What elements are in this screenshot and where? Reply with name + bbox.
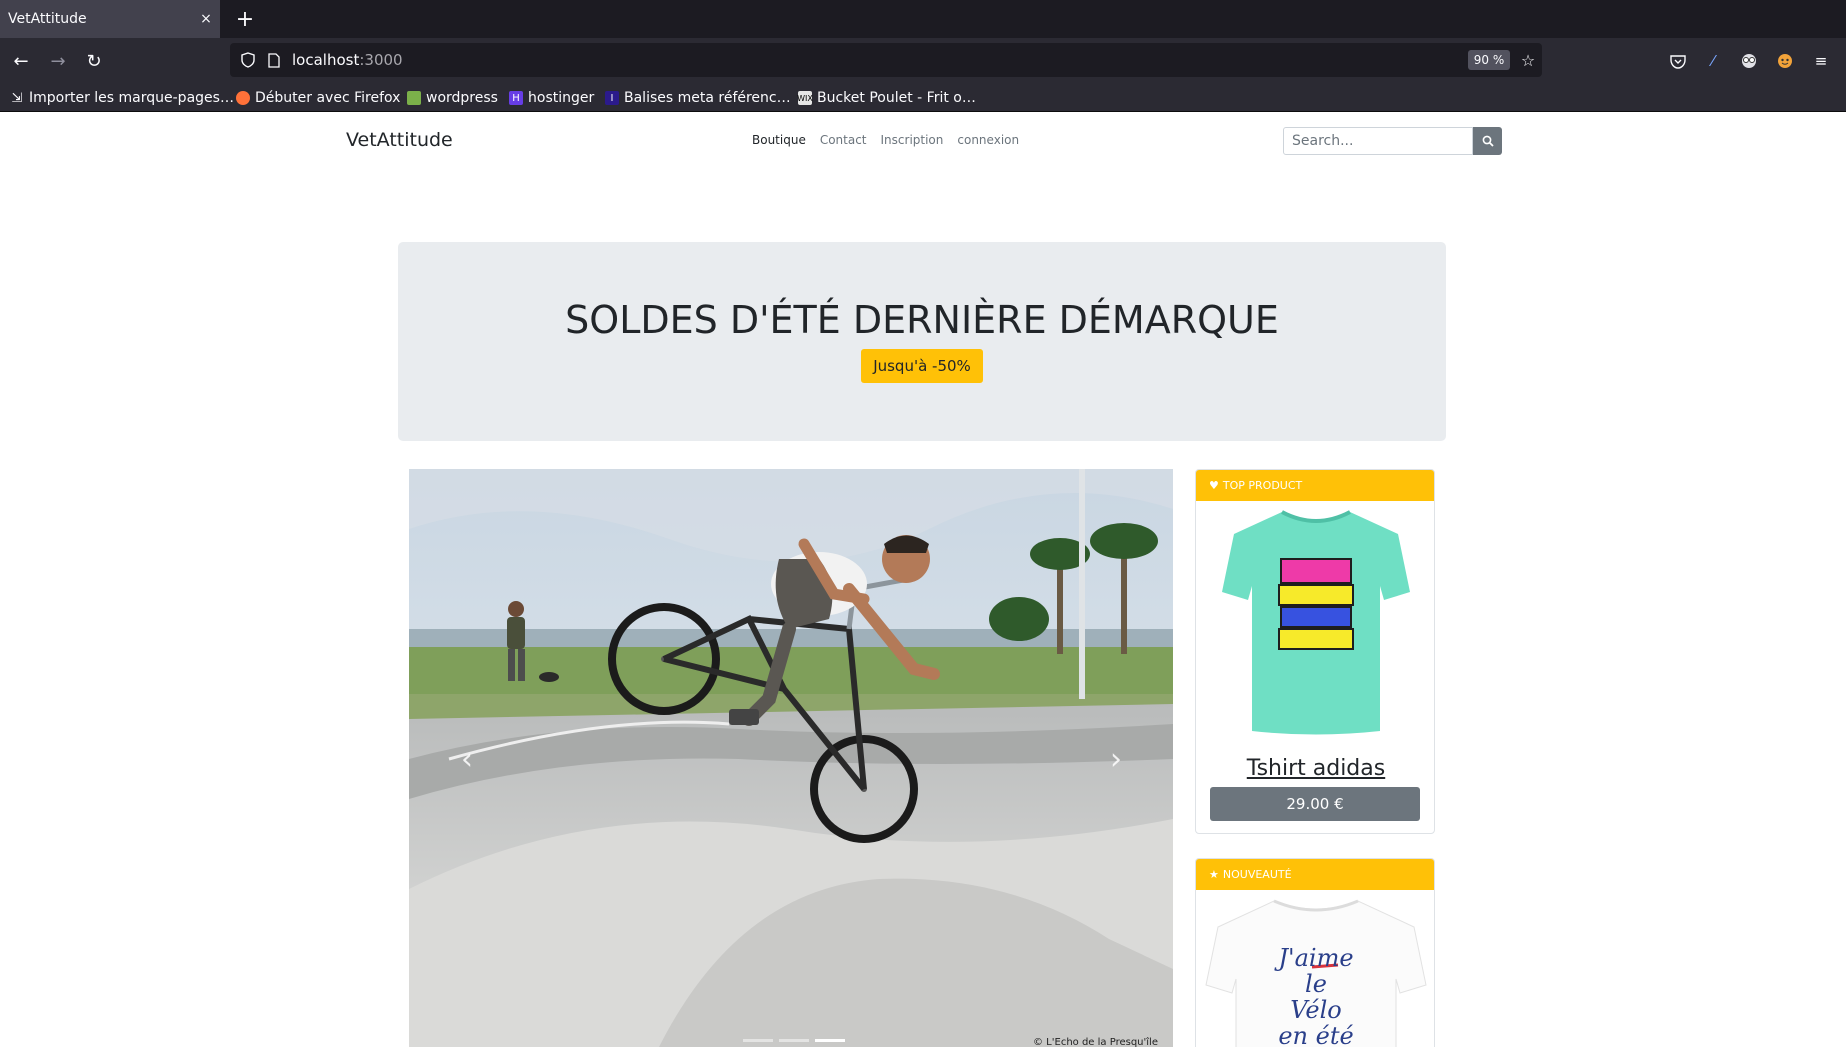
discount-badge: Jusqu'à -50% (861, 349, 983, 383)
menu-icon[interactable]: ≡ (1806, 46, 1836, 76)
search-input[interactable]: Search... (1283, 127, 1473, 155)
import-icon: ⇲ (11, 90, 23, 106)
color-picker-icon[interactable]: ⁄ (1698, 46, 1728, 76)
hostinger-icon: H (509, 91, 523, 105)
bookmark-wordpress[interactable]: wordpress (407, 88, 498, 108)
pocket-icon[interactable] (1663, 46, 1693, 76)
new-product-card: ★ NOUVEAUTÉ J'aime le Vélo en été (1195, 858, 1435, 1047)
wix-icon: WIX (797, 91, 813, 105)
bookmark-firefox[interactable]: Débuter avec Firefox (236, 88, 400, 108)
bookmark-label: Bucket Poulet - Frit o… (817, 90, 976, 106)
bookmark-label: Débuter avec Firefox (255, 90, 401, 106)
forward-icon[interactable]: → (43, 46, 73, 76)
page-info-icon[interactable] (264, 50, 284, 70)
search-icon (1482, 135, 1494, 147)
bookmark-label: Importer les marque-pages… (29, 90, 234, 106)
close-tab-icon[interactable]: × (196, 9, 216, 29)
browser-tab[interactable]: VetAttitude × (0, 0, 220, 38)
browser-toolbar: ← → ↻ localhost:3000 90 % ☆ ⁄ ≡ (0, 38, 1846, 84)
main-nav: Boutique Contact Inscription connexion (752, 133, 1019, 147)
bookmark-star-icon[interactable]: ☆ (1518, 50, 1538, 70)
wordpress-icon (407, 91, 421, 105)
price-button[interactable]: 29.00 € (1210, 787, 1420, 821)
carousel-next-icon[interactable]: › (1101, 739, 1131, 779)
extension-face-icon[interactable] (1770, 46, 1800, 76)
card-header: ★ NOUVEAUTÉ (1196, 859, 1434, 890)
reload-icon[interactable]: ↻ (79, 46, 109, 76)
bookmark-label: Balises meta référenc… (624, 90, 791, 106)
star-icon: ★ (1209, 868, 1219, 881)
site-brand[interactable]: VetAttitude (346, 129, 453, 151)
back-icon[interactable]: ← (6, 46, 36, 76)
carousel-indicator-active[interactable] (815, 1039, 845, 1042)
carousel-indicator[interactable] (779, 1039, 809, 1042)
image-credit: © L'Echo de la Presqu'île (1033, 1037, 1158, 1047)
product-image-tshirt-adidas[interactable] (1222, 506, 1410, 736)
image-carousel[interactable]: ‹ › © L'Echo de la Presqu'île (409, 469, 1173, 1047)
firefox-icon (236, 91, 250, 105)
shirt-text-line: J'aime (1278, 944, 1354, 972)
shirt-text-line: Vélo (1290, 996, 1342, 1024)
nav-connexion[interactable]: connexion (957, 133, 1019, 147)
bookmark-label: wordpress (426, 90, 498, 106)
balises-icon: I (605, 91, 619, 105)
bookmarks-toolbar: ⇲ Importer les marque-pages… Débuter avec… (0, 84, 1846, 112)
carousel-indicators (743, 1039, 845, 1042)
bookmark-import[interactable]: ⇲ Importer les marque-pages… (10, 88, 234, 108)
shield-icon[interactable] (238, 50, 258, 70)
extension-owl-icon[interactable] (1734, 46, 1764, 76)
new-tab-button[interactable]: + (232, 6, 258, 32)
tab-strip: VetAttitude × + (0, 0, 1846, 38)
sale-banner: SOLDES D'ÉTÉ DERNIÈRE DÉMARQUE Jusqu'à -… (398, 242, 1446, 441)
product-title[interactable]: Tshirt adidas (1196, 756, 1434, 781)
carousel-indicator[interactable] (743, 1039, 773, 1042)
url-port: :3000 (359, 51, 403, 69)
nav-contact[interactable]: Contact (820, 133, 867, 147)
search-button[interactable] (1473, 127, 1502, 155)
tab-title: VetAttitude (8, 11, 87, 27)
bookmark-hostinger[interactable]: Hhostinger (509, 88, 594, 108)
card-header-label: NOUVEAUTÉ (1222, 868, 1292, 881)
address-bar[interactable]: localhost:3000 90 % ☆ (230, 43, 1542, 77)
heart-icon: ♥ (1209, 479, 1219, 492)
shirt-print-text: J'aime le Vélo en été (1196, 944, 1434, 1047)
url-text[interactable]: localhost:3000 (292, 51, 403, 69)
zoom-indicator[interactable]: 90 % (1468, 50, 1510, 70)
nav-inscription[interactable]: Inscription (881, 133, 944, 147)
top-product-card: ♥ TOP PRODUCT Tshirt adidas 29.00 € (1195, 469, 1435, 834)
shirt-text-line: le (1305, 970, 1327, 998)
shirt-text-line: en été (1278, 1022, 1354, 1047)
card-header: ♥ TOP PRODUCT (1196, 470, 1434, 501)
bookmark-balises[interactable]: I Balises meta référenc… (605, 88, 791, 108)
card-header-label: TOP PRODUCT (1222, 479, 1303, 492)
carousel-prev-icon[interactable]: ‹ (452, 739, 482, 779)
bookmark-label: hostinger (528, 90, 595, 106)
carousel-image-bmx (409, 469, 1173, 1047)
bookmark-bucket[interactable]: WIX Bucket Poulet - Frit o… (797, 88, 976, 108)
url-host: localhost (292, 51, 360, 69)
hero-title: SOLDES D'ÉTÉ DERNIÈRE DÉMARQUE (565, 298, 1279, 342)
nav-boutique[interactable]: Boutique (752, 133, 806, 147)
web-page: VetAttitude Boutique Contact Inscription… (0, 112, 1846, 1047)
